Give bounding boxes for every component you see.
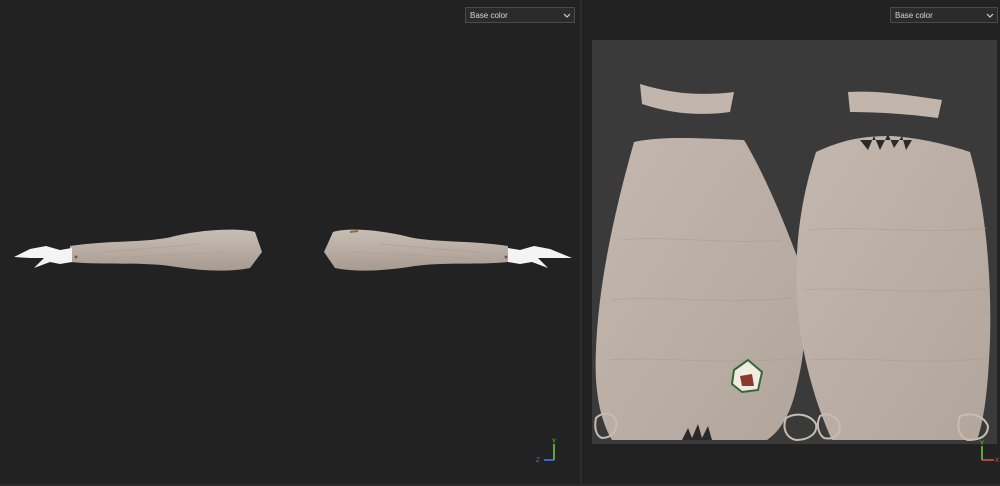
chevron-down-icon	[986, 8, 994, 24]
axis-z-label: Z	[536, 458, 540, 464]
right-glove-mesh	[508, 246, 572, 268]
axis-gizmo-left: Y Z	[536, 439, 556, 464]
left-glove-mesh	[14, 246, 72, 268]
uv-island-cuff-left	[640, 84, 734, 114]
texture-viewer-app: Base color Y Z Base color Y X	[0, 0, 1000, 486]
chevron-down-icon	[563, 8, 571, 24]
right-arm-mesh	[324, 229, 508, 271]
channel-select-left[interactable]: Base color	[465, 7, 575, 23]
uv-island-sleeve-right	[796, 134, 991, 440]
channel-select-right[interactable]: Base color	[890, 7, 998, 23]
left-arm-mesh	[70, 229, 262, 271]
uv-islands	[594, 84, 991, 442]
viewport-uv[interactable]: Base color Y X	[582, 0, 1000, 484]
uv-island-cuff-right	[848, 91, 942, 118]
axis-x-label: X	[995, 458, 999, 464]
channel-select-left-value: Base color	[470, 11, 508, 20]
viewport-3d[interactable]: Base color Y Z	[0, 0, 580, 484]
channel-select-right-value: Base color	[895, 11, 933, 20]
axis-y-label: Y	[552, 439, 556, 445]
uv-texture-sheet[interactable]	[592, 40, 997, 444]
model-arms-render[interactable]	[0, 0, 580, 484]
axis-y-label: Y	[980, 441, 984, 447]
axis-gizmo-right: Y X	[980, 441, 999, 464]
uv-island-sleeve-left	[595, 138, 806, 440]
